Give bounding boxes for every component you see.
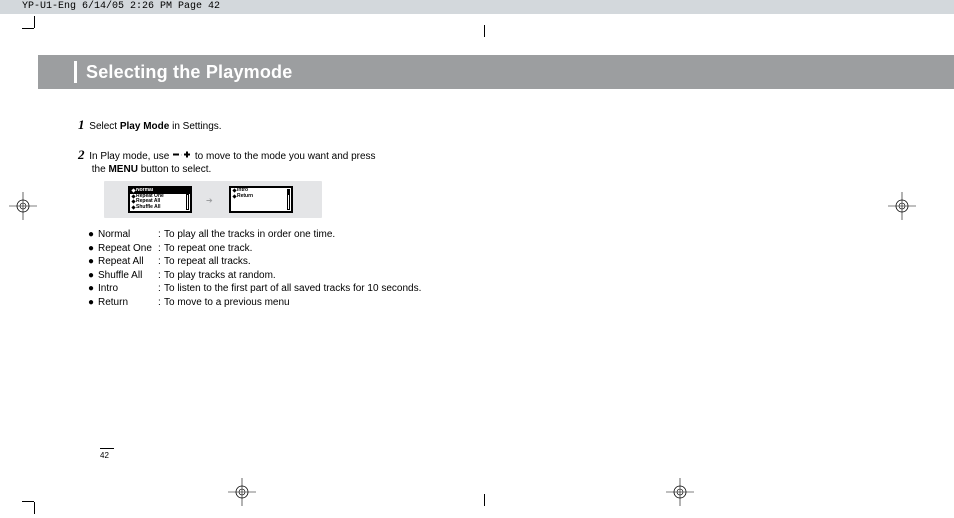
step-text: in Settings. <box>169 121 221 132</box>
list-item: ●Shuffle All:To play tracks at random. <box>88 269 421 283</box>
def-desc: To play all the tracks in order one time… <box>164 228 335 242</box>
list-item: ●Repeat One:To repeat one track. <box>88 242 421 256</box>
list-item: ●Return:To move to a previous menu <box>88 296 421 310</box>
crop-mark <box>34 16 35 28</box>
step-text: button to select. <box>138 164 211 175</box>
step-text: the <box>92 164 109 175</box>
diamond-icon <box>232 189 236 193</box>
step-text: to move to the mode you want and press <box>195 151 376 162</box>
bullet-icon: ● <box>88 269 98 283</box>
diamond-icon <box>131 194 135 198</box>
bullet-icon: ● <box>88 228 98 242</box>
bullet-icon: ● <box>88 282 98 296</box>
def-desc: To repeat one track. <box>164 242 252 256</box>
lcd-scrollbar <box>186 189 189 210</box>
step-number: 1 <box>78 117 85 132</box>
def-term: Normal <box>98 228 158 242</box>
step-text: In Play mode, use <box>89 151 172 162</box>
step-text-bold: Play Mode <box>120 121 169 132</box>
section-title-bar: Selecting the Playmode <box>38 55 954 89</box>
step-number: 2 <box>78 147 85 162</box>
def-term: Return <box>98 296 158 310</box>
bullet-icon: ● <box>88 255 98 269</box>
list-item: ●Intro:To listen to the first part of al… <box>88 282 421 296</box>
title-rule <box>74 61 77 83</box>
def-term: Repeat All <box>98 255 158 269</box>
content-area: 1 Select Play Mode in Settings. 2 In Pla… <box>78 116 578 189</box>
step-1: 1 Select Play Mode in Settings. <box>78 116 578 134</box>
def-desc: To listen to the first part of all saved… <box>164 282 421 296</box>
lcd-row: Shuffle All <box>130 205 190 211</box>
crop-mark <box>484 494 485 506</box>
def-term: Repeat One <box>98 242 158 256</box>
step-text: Select <box>89 121 120 132</box>
def-term: Intro <box>98 282 158 296</box>
list-item: ●Repeat All:To repeat all tracks. <box>88 255 421 269</box>
registration-mark-icon <box>228 478 256 506</box>
registration-mark-icon <box>9 192 37 220</box>
bullet-icon: ● <box>88 296 98 310</box>
def-desc: To play tracks at random. <box>164 269 276 283</box>
diamond-icon <box>232 194 236 198</box>
arrow-right-icon: ➔ <box>206 196 213 205</box>
diamond-icon <box>131 205 135 209</box>
step-2: 2 In Play mode, use , to move to the mod… <box>78 146 578 177</box>
diamond-icon <box>131 200 135 204</box>
page-number: 42 <box>100 448 114 460</box>
registration-mark-icon <box>666 478 694 506</box>
crop-mark <box>34 502 35 514</box>
list-item: ●Normal:To play all the tracks in order … <box>88 228 421 242</box>
lcd-label: Return <box>237 194 253 199</box>
lcd-scrollbar <box>287 189 290 210</box>
crop-mark <box>484 25 485 37</box>
section-title: Selecting the Playmode <box>86 55 292 89</box>
def-desc: To move to a previous menu <box>164 296 290 310</box>
crop-mark <box>22 501 34 502</box>
lcd-screen-right: Intro Return <box>229 186 293 213</box>
bullet-icon: ● <box>88 242 98 256</box>
definitions-list: ●Normal:To play all the tracks in order … <box>88 228 421 309</box>
lcd-row: Return <box>231 194 291 200</box>
lcd-illustration: Normal Repeat One Repeat All Shuffle All… <box>104 181 322 218</box>
def-desc: To repeat all tracks. <box>164 255 251 269</box>
lcd-label: Shuffle All <box>136 205 161 210</box>
crop-mark <box>22 28 34 29</box>
minus-plus-icon: , <box>173 149 191 163</box>
registration-mark-icon <box>888 192 916 220</box>
diamond-icon <box>131 189 135 193</box>
svg-text:,: , <box>181 151 182 156</box>
press-tag: YP-U1-Eng 6/14/05 2:26 PM Page 42 <box>0 0 954 14</box>
lcd-screen-left: Normal Repeat One Repeat All Shuffle All <box>128 186 192 213</box>
def-term: Shuffle All <box>98 269 158 283</box>
step-text-bold: MENU <box>108 164 137 175</box>
